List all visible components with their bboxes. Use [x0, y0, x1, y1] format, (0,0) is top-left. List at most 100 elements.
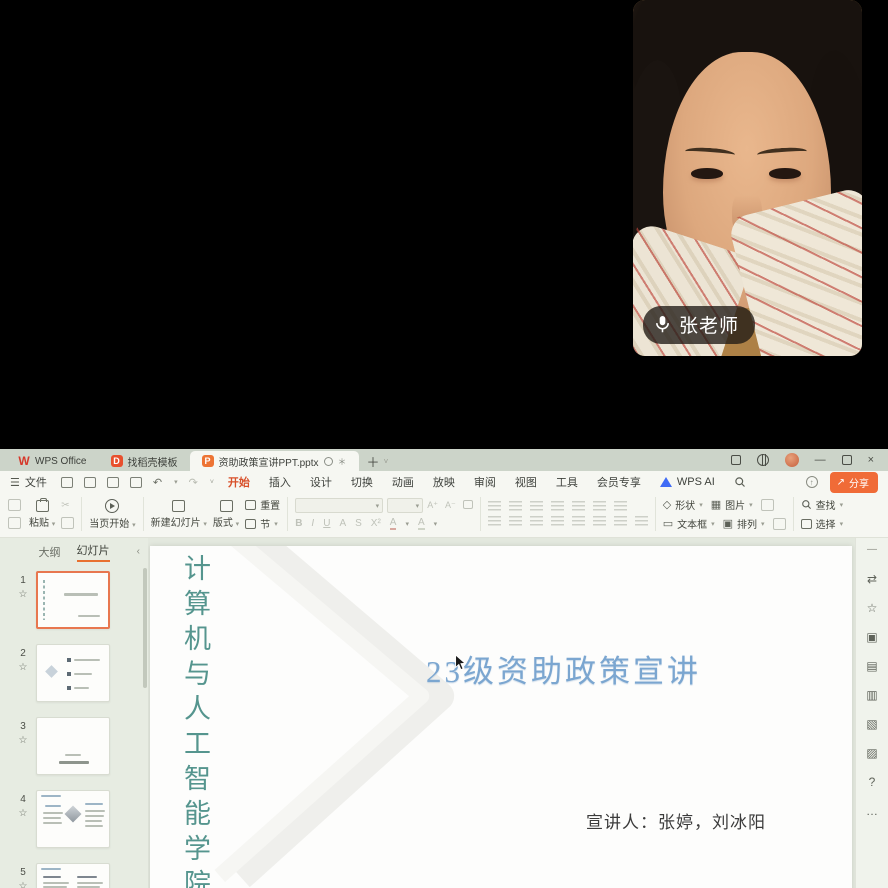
- font-name-combobox[interactable]: ▾: [295, 498, 383, 513]
- merge-shapes-icon[interactable]: [773, 518, 786, 530]
- align-top-icon[interactable]: [593, 516, 606, 527]
- indent-increase-icon[interactable]: [551, 501, 564, 512]
- slide-row-1[interactable]: 1 ☆: [10, 571, 142, 629]
- char-spacing-button[interactable]: A: [339, 518, 346, 529]
- find-button[interactable]: 查找▾: [801, 497, 844, 512]
- chart-helper-icon[interactable]: ▧: [865, 717, 880, 731]
- tab-view[interactable]: 视图: [515, 474, 537, 490]
- align-right-icon[interactable]: [530, 516, 543, 527]
- clear-format-icon[interactable]: [463, 500, 473, 509]
- resource-icon[interactable]: ▣: [865, 630, 880, 644]
- superscript-button[interactable]: X²: [371, 518, 381, 529]
- align-middle-icon[interactable]: [614, 516, 627, 527]
- highlight-button[interactable]: A: [418, 517, 425, 530]
- columns-icon[interactable]: [614, 501, 627, 512]
- strike-button[interactable]: S: [355, 518, 362, 529]
- cloud-sync-icon[interactable]: [324, 457, 333, 466]
- print-icon[interactable]: [107, 477, 119, 488]
- panel-scrollbar[interactable]: [143, 568, 147, 688]
- slide-row-5[interactable]: 5 ☆: [10, 863, 142, 888]
- decrease-font-icon[interactable]: A⁻: [445, 500, 456, 511]
- share-button[interactable]: ↗ 分享: [830, 472, 878, 493]
- webcam-video-feed[interactable]: 张老师: [633, 0, 862, 356]
- section-button[interactable]: 节 ▾: [245, 516, 280, 531]
- format-painter-icon[interactable]: [8, 499, 21, 511]
- print-preview-icon[interactable]: [130, 477, 142, 488]
- chart-icon[interactable]: [761, 499, 774, 511]
- new-tab-button[interactable]: ＋ ˅: [367, 452, 389, 471]
- line-spacing-icon[interactable]: [593, 501, 606, 512]
- tab-slides[interactable]: 幻灯片: [77, 542, 110, 562]
- copy-icon[interactable]: [61, 517, 74, 529]
- shapes-button[interactable]: ◇ 形状▾: [663, 497, 703, 512]
- update-icon[interactable]: ↑: [806, 476, 818, 488]
- slide-title[interactable]: 23级资助政策宣讲: [426, 646, 701, 691]
- workspace-icon[interactable]: [731, 455, 741, 465]
- reset-button[interactable]: 重置: [245, 497, 280, 512]
- clipart-icon[interactable]: ▤: [865, 659, 880, 673]
- wps-ai-button[interactable]: WPS AI: [660, 476, 715, 488]
- font-size-combobox[interactable]: ▾: [387, 498, 423, 513]
- tab-transitions[interactable]: 切换: [351, 474, 373, 490]
- align-center-icon[interactable]: [509, 516, 522, 527]
- tab-home[interactable]: 开始: [228, 474, 250, 490]
- italic-button[interactable]: I: [311, 518, 314, 529]
- play-from-current-button[interactable]: 当页开始 ▾: [89, 499, 135, 530]
- slide-thumbnail-3[interactable]: [36, 717, 110, 775]
- redo-icon[interactable]: ↷: [189, 476, 198, 489]
- tab-outline[interactable]: 大纲: [39, 544, 61, 560]
- close-button[interactable]: ×: [868, 454, 874, 466]
- account-avatar[interactable]: [785, 453, 799, 467]
- tab-presentation-file[interactable]: P 资助政策宣讲PPT.pptx ＊: [190, 451, 359, 471]
- align-bottom-icon[interactable]: [635, 516, 648, 527]
- arrange-button[interactable]: ▣ 排列▾: [723, 516, 765, 531]
- slide-row-3[interactable]: 3 ☆: [10, 717, 142, 775]
- slide-presenter-text[interactable]: 宣讲人：张婷，刘冰阳: [586, 808, 766, 833]
- bullet-list-icon[interactable]: [488, 501, 501, 512]
- new-slide-button[interactable]: 新建幻灯片 ▾: [151, 500, 207, 529]
- help-icon[interactable]: ?: [865, 775, 880, 789]
- translate-icon[interactable]: ⇄: [865, 572, 880, 586]
- redo-caret-icon[interactable]: ˅: [210, 479, 214, 486]
- file-menu[interactable]: ☰ 文件: [10, 474, 47, 490]
- slide-canvas[interactable]: 计算机与人工智能学院 23级资助政策宣讲 宣讲人：张婷，刘冰阳: [148, 538, 855, 888]
- globe-icon[interactable]: [757, 454, 769, 466]
- tab-docer-templates[interactable]: D 找稻壳模板: [99, 451, 190, 471]
- collapse-panel-icon[interactable]: ‹: [137, 546, 140, 557]
- slide-row-4[interactable]: 4 ☆: [10, 790, 142, 848]
- search-icon[interactable]: [734, 476, 746, 488]
- output-icon[interactable]: [84, 477, 96, 488]
- layout-button[interactable]: 版式 ▾: [213, 500, 239, 529]
- tab-tools[interactable]: 工具: [556, 474, 578, 490]
- font-color-button[interactable]: A: [390, 517, 397, 530]
- select-button[interactable]: 选择▾: [801, 516, 844, 531]
- cut-icon[interactable]: ✂: [61, 500, 74, 511]
- current-slide[interactable]: 计算机与人工智能学院 23级资助政策宣讲 宣讲人：张婷，刘冰阳: [150, 546, 852, 888]
- text-direction-icon[interactable]: [572, 501, 585, 512]
- distribute-icon[interactable]: [572, 516, 585, 527]
- save-icon[interactable]: [61, 477, 73, 488]
- undo-icon[interactable]: ↶: [153, 476, 162, 489]
- clipboard-panel-icon[interactable]: [8, 517, 21, 529]
- rail-collapse-handle[interactable]: —: [867, 544, 877, 555]
- favorites-star-icon[interactable]: ☆: [865, 601, 880, 615]
- minimize-button[interactable]: —: [815, 454, 826, 466]
- slide-thumbnail-1[interactable]: [36, 571, 110, 629]
- tab-wps-home[interactable]: W WPS Office: [6, 451, 99, 471]
- bold-button[interactable]: B: [295, 518, 302, 529]
- slide-row-2[interactable]: 2 ☆: [10, 644, 142, 702]
- slide-thumbnail-5[interactable]: [36, 863, 110, 888]
- indent-decrease-icon[interactable]: [530, 501, 543, 512]
- number-list-icon[interactable]: [509, 501, 522, 512]
- reading-icon[interactable]: ▨: [865, 746, 880, 760]
- align-left-icon[interactable]: [488, 516, 501, 527]
- textbox-button[interactable]: ▭ 文本框▾: [663, 516, 715, 531]
- picture-button[interactable]: ▦ 图片▾: [711, 497, 753, 512]
- paste-button[interactable]: 粘贴 ▾: [29, 500, 55, 529]
- restore-button[interactable]: [842, 455, 852, 465]
- tab-list-caret-icon[interactable]: ˅: [384, 457, 389, 466]
- undo-caret-icon[interactable]: ▾: [174, 478, 178, 486]
- justify-icon[interactable]: [551, 516, 564, 527]
- tab-animations[interactable]: 动画: [392, 474, 414, 490]
- template-icon[interactable]: ▥: [865, 688, 880, 702]
